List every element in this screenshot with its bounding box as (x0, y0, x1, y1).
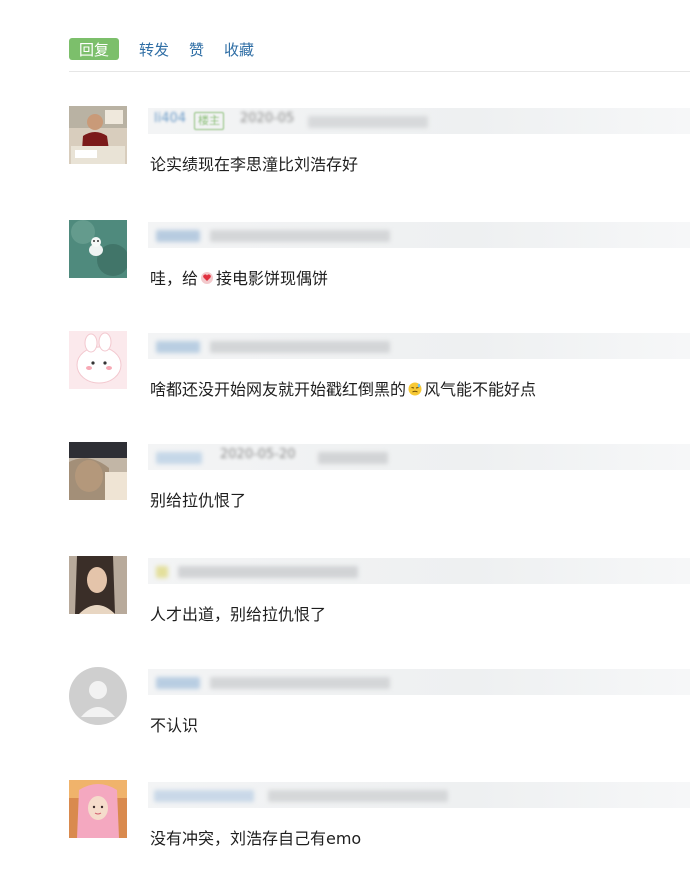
timestamp: 2020-05-20 (220, 447, 296, 462)
sweat-face-icon (408, 381, 422, 396)
op-badge: 楼主 (194, 112, 224, 130)
blurred-meta (148, 669, 690, 695)
comment-item: 不认识 (69, 667, 690, 747)
comment-text: 没有冲突，刘浩存自己有emo (150, 829, 362, 848)
comment-text: 啥都还没开始网友就开始戳红倒黑的 风气能不能好点 (150, 380, 537, 399)
blurred-meta (148, 333, 690, 359)
blurred-meta (148, 222, 690, 248)
favorite-link[interactable]: 收藏 (224, 39, 254, 60)
blurred-meta (148, 558, 690, 584)
divider (69, 71, 690, 72)
repost-link[interactable]: 转发 (139, 39, 169, 60)
heart-sticker-icon (200, 270, 214, 284)
comment-item: li404 楼主 2020-05 论实绩现在李思潼比刘浩存好 (69, 106, 690, 186)
comment-text: 哇，给 接电影饼现偶饼 (150, 269, 329, 288)
avatar[interactable] (69, 331, 127, 389)
nickname[interactable]: li404 (154, 111, 186, 126)
avatar[interactable] (69, 442, 127, 500)
reply-button[interactable]: 回复 (69, 38, 119, 60)
avatar[interactable] (69, 780, 127, 838)
default-user-icon[interactable] (69, 667, 127, 725)
comment-text: 人才出道，别给拉仇恨了 (150, 605, 327, 624)
blurred-meta: li404 楼主 2020-05 (148, 108, 690, 134)
blurred-meta (148, 782, 690, 808)
timestamp: 2020-05 (240, 111, 295, 126)
comment-item: 人才出道，别给拉仇恨了 (69, 556, 690, 636)
comment-item: 没有冲突，刘浩存自己有emo (69, 780, 690, 860)
comment-item: 哇，给 接电影饼现偶饼 (69, 220, 690, 300)
avatar[interactable] (69, 220, 127, 278)
avatar[interactable] (69, 556, 127, 614)
comment-text: 论实绩现在李思潼比刘浩存好 (150, 155, 359, 174)
blurred-meta: 2020-05-20 (148, 444, 690, 470)
comment-text: 别给拉仇恨了 (150, 491, 247, 510)
avatar[interactable] (69, 106, 127, 164)
comment-item: 2020-05-20 别给拉仇恨了 (69, 442, 690, 522)
like-link[interactable]: 赞 (189, 39, 204, 60)
post-action-bar: 回复 转发 赞 收藏 (69, 37, 274, 61)
comment-item: 啥都还没开始网友就开始戳红倒黑的 风气能不能好点 (69, 331, 690, 411)
comment-text: 不认识 (150, 716, 199, 735)
